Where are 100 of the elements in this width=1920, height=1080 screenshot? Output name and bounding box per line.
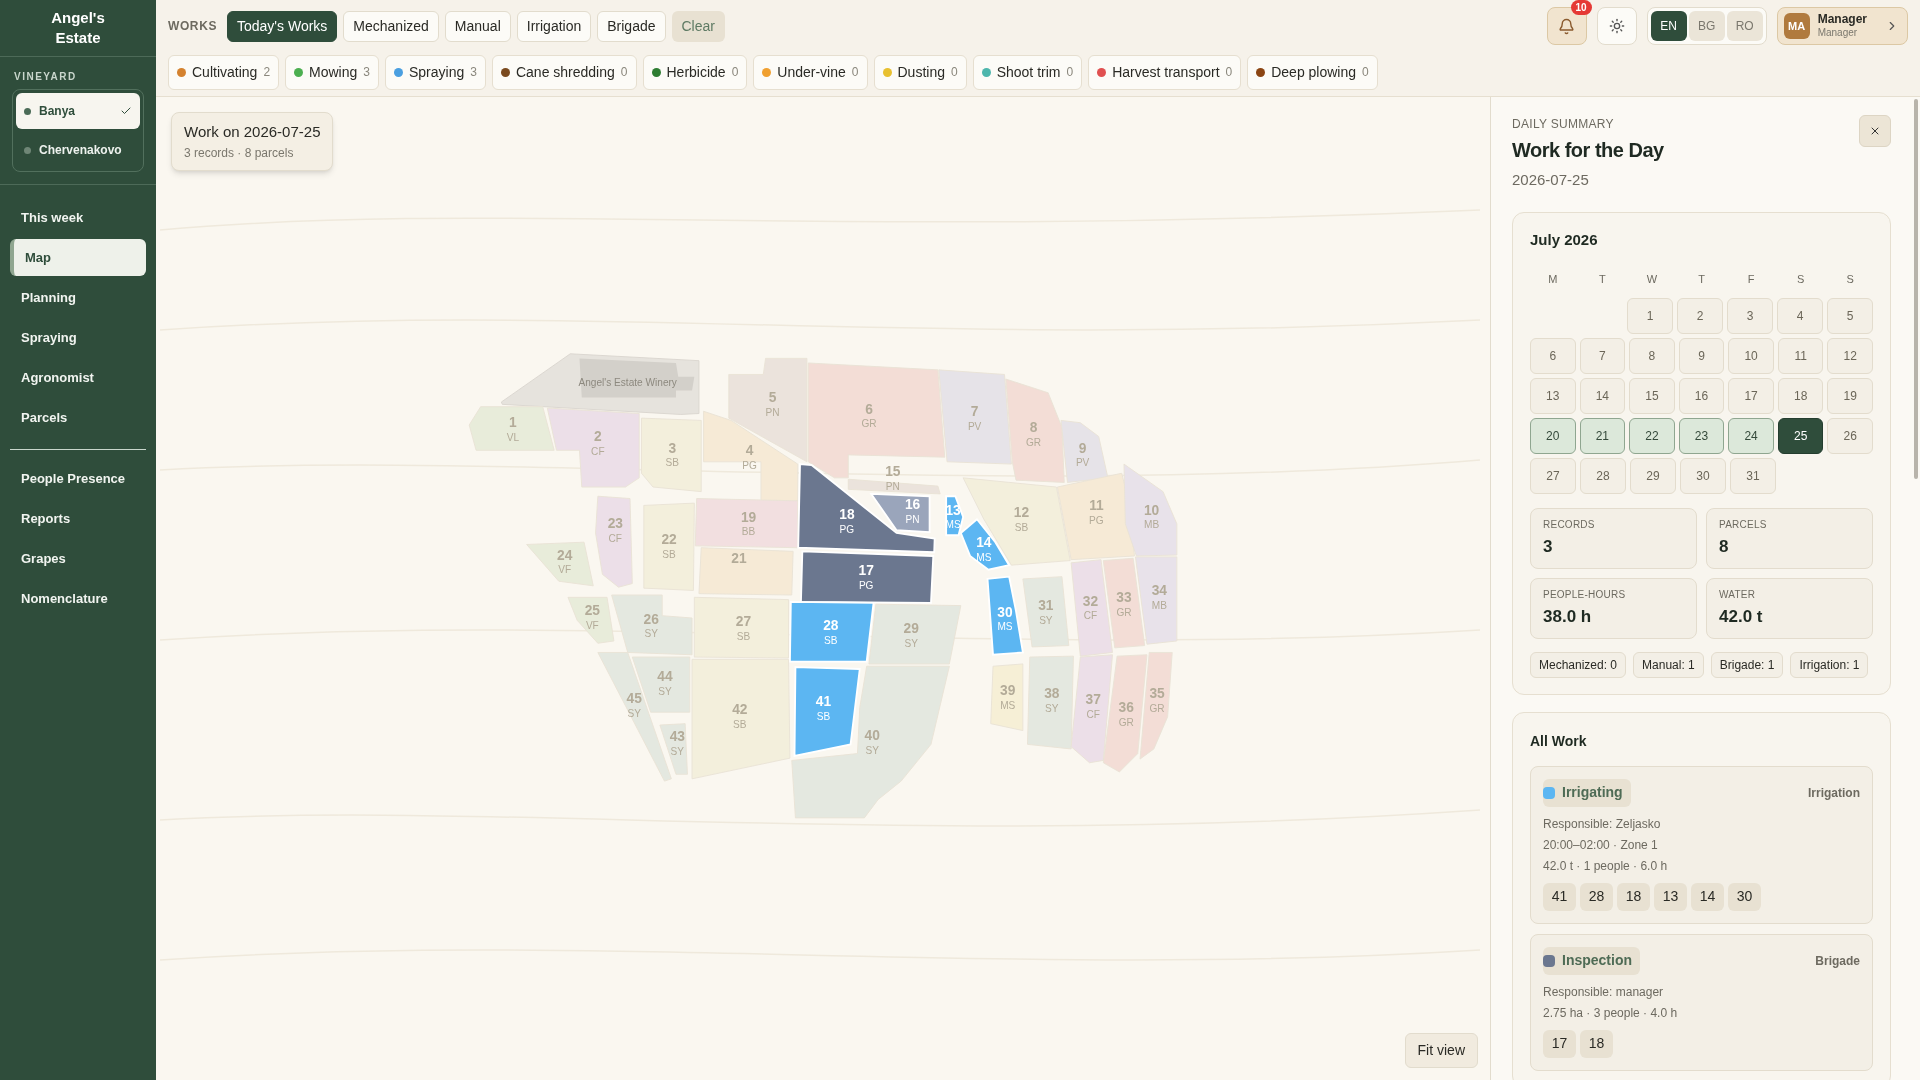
nav-item[interactable]: People Presence <box>10 460 146 497</box>
nav-item[interactable]: This week <box>10 199 146 236</box>
nav-item[interactable]: Parcels <box>10 399 146 436</box>
calendar-day[interactable]: 20 <box>1530 417 1576 454</box>
parcel[interactable] <box>595 495 633 588</box>
weekday-label: T <box>1698 272 1705 287</box>
vineyard-option[interactable]: Banya <box>16 93 140 129</box>
nav-item[interactable]: Spraying <box>10 319 146 356</box>
calendar-day[interactable]: 1 <box>1627 297 1673 334</box>
calendar-day[interactable]: 15 <box>1629 377 1675 414</box>
calendar-day[interactable]: 23 <box>1678 417 1725 454</box>
category-chip[interactable]: Spraying 3 <box>385 54 486 90</box>
calendar-day[interactable]: 21 <box>1579 417 1626 454</box>
calendar-day[interactable]: 22 <box>1629 417 1675 454</box>
category-chip[interactable]: Deep plowing 0 <box>1247 54 1378 90</box>
calendar-day[interactable]: 7 <box>1579 337 1626 374</box>
parcel[interactable] <box>1135 556 1178 645</box>
calendar-day[interactable]: 28 <box>1580 457 1626 494</box>
nav-item[interactable]: Planning <box>10 279 146 316</box>
category-chip[interactable]: Cane shredding 0 <box>491 54 637 90</box>
count-tag: Brigade: 1 <box>1710 651 1784 678</box>
calendar-day[interactable]: 8 <box>1629 337 1675 374</box>
count-tag: Irrigation: 1 <box>1790 651 1869 678</box>
nav-item[interactable]: Reports <box>10 500 146 537</box>
category-chip[interactable]: Shoot trim 0 <box>972 54 1083 90</box>
clear-button[interactable]: Clear <box>671 10 725 42</box>
variety-label: PN <box>885 481 900 493</box>
parcel[interactable] <box>526 541 594 587</box>
calendar-day[interactable]: 2 <box>1677 297 1723 334</box>
calendar-day[interactable]: 5 <box>1827 297 1873 334</box>
calendar-day[interactable]: 10 <box>1728 337 1774 374</box>
work-card[interactable]: Irrigating Irrigation Responsible: Zeljasko 20:00–02:00 · Zone 1 42.0 t · 1 people · 6.0 h 41 28 18 13 14 30 <box>1530 765 1873 924</box>
calendar-day[interactable]: 6 <box>1530 337 1576 374</box>
vineyard-option[interactable]: Chervenakovo <box>16 132 140 168</box>
month-title: July 2026 <box>1530 229 1599 250</box>
calendar-day[interactable]: 31 <box>1730 457 1776 494</box>
parcel-tag: 13 <box>1654 882 1687 911</box>
user-role: Manager <box>1817 26 1858 39</box>
calendar-day[interactable]: 16 <box>1678 377 1725 414</box>
calendar-day[interactable]: 24 <box>1728 417 1774 454</box>
parcel[interactable] <box>659 723 688 775</box>
calendar-day[interactable]: 13 <box>1530 377 1576 414</box>
parcel[interactable] <box>567 596 615 644</box>
parcel-number: 16 <box>904 497 921 513</box>
category-chip[interactable]: Under-vine 0 <box>753 54 868 90</box>
parcel-number: 10 <box>1143 502 1160 518</box>
parcel-number: 12 <box>1013 504 1030 520</box>
calendar-day[interactable]: 3 <box>1727 297 1773 334</box>
nav-item[interactable]: Nomenclature <box>10 580 146 617</box>
fit-view-button[interactable]: Fit view <box>1404 1033 1478 1068</box>
nav-item[interactable]: Agronomist <box>10 359 146 396</box>
language-option[interactable]: BG <box>1688 11 1725 41</box>
theme-button[interactable] <box>1596 7 1637 45</box>
parcel-number: 14 <box>976 534 992 550</box>
category-chip[interactable]: Dusting 0 <box>873 54 967 90</box>
category-chip[interactable]: Harvest transport 0 <box>1088 54 1242 90</box>
variety-label: PG <box>839 524 855 535</box>
filter-button[interactable]: Manual <box>444 10 511 42</box>
calendar-day[interactable]: 26 <box>1827 417 1874 454</box>
calendar-day[interactable]: 11 <box>1777 337 1824 374</box>
parcel-number: 11 <box>1089 498 1104 513</box>
parcel[interactable] <box>962 477 1071 566</box>
parcel[interactable] <box>1022 576 1070 648</box>
user-menu[interactable]: MA Manager Manager <box>1776 7 1908 45</box>
calendar-day[interactable]: 14 <box>1579 377 1626 414</box>
variety-label: PN <box>905 513 920 525</box>
variety-label: SY <box>904 637 918 649</box>
parcel-number: 36 <box>1118 700 1134 716</box>
filter-button[interactable]: Mechanized <box>343 10 439 42</box>
calendar-day[interactable]: 29 <box>1630 457 1676 494</box>
filter-button[interactable]: Brigade <box>597 10 666 42</box>
parcel[interactable] <box>990 663 1024 732</box>
category-chip[interactable]: Cultivating 2 <box>168 54 280 90</box>
calendar-day[interactable]: 30 <box>1680 457 1726 494</box>
variety-label: SY <box>865 744 879 756</box>
work-card[interactable]: Inspection Brigade Responsible: manager 2.75 ha · 3 people · 4.0 h 17 18 <box>1530 933 1873 1071</box>
calendar-day[interactable]: 18 <box>1777 377 1824 414</box>
category-chip[interactable]: Herbicide 0 <box>642 54 748 90</box>
category-chip[interactable]: Mowing 3 <box>285 54 379 90</box>
calendar-day[interactable]: 27 <box>1530 457 1576 494</box>
close-icon <box>1869 125 1881 137</box>
variety-label: SB <box>733 719 747 731</box>
close-button[interactable] <box>1859 115 1891 147</box>
calendar-day[interactable]: 19 <box>1827 377 1874 414</box>
parcel[interactable] <box>1139 652 1173 760</box>
calendar-day[interactable]: 17 <box>1728 377 1774 414</box>
calendar-day[interactable]: 9 <box>1678 337 1725 374</box>
calendar-day[interactable]: 4 <box>1777 297 1823 334</box>
parcel-tag: 41 <box>1543 882 1576 911</box>
nav-item[interactable]: Grapes <box>10 540 146 577</box>
filter-button[interactable]: Irrigation <box>516 10 592 42</box>
language-option[interactable]: RO <box>1726 11 1763 41</box>
filter-button[interactable]: Today's Works <box>227 10 338 42</box>
parcel[interactable] <box>1102 557 1146 649</box>
parcel-number: 30 <box>997 604 1013 620</box>
language-option[interactable]: EN <box>1650 11 1687 41</box>
banner-subtitle: 3 records · 8 parcels <box>184 144 295 162</box>
calendar-day[interactable]: 25 <box>1777 417 1824 454</box>
calendar-day[interactable]: 12 <box>1827 337 1874 374</box>
nav-item[interactable]: Map <box>10 239 146 276</box>
